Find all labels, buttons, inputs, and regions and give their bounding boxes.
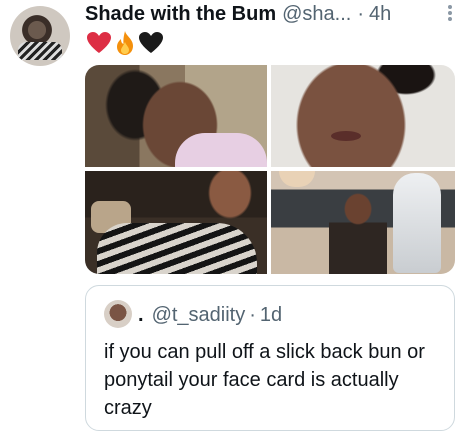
quoted-author-display-name[interactable]: . [138, 304, 144, 327]
quoted-tweet-text: if you can pull off a slick back bun or … [104, 341, 425, 419]
author-handle[interactable]: @sha... [282, 3, 351, 26]
author-avatar[interactable] [10, 6, 70, 66]
media-photo-1[interactable] [85, 65, 267, 167]
photo-detail [175, 133, 267, 167]
media-photo-3[interactable] [85, 171, 267, 274]
header-separator: · [357, 2, 365, 25]
tweet-timestamp[interactable]: 4h [369, 3, 391, 26]
photo-detail [393, 173, 441, 273]
red-heart-icon [87, 32, 111, 53]
quoted-tweet-header: . @t_sadiity · 1d [138, 300, 282, 330]
tweet-media-grid [85, 65, 455, 274]
photo-detail [329, 191, 387, 274]
quoted-tweet-card[interactable]: . @t_sadiity · 1d if you can pull off a … [85, 285, 455, 431]
tweet-text-emojis [86, 30, 164, 56]
black-heart-icon [139, 32, 163, 53]
quoted-author-handle[interactable]: @t_sadiity [152, 304, 246, 327]
more-dot [448, 11, 452, 15]
tweet-header: Shade with the Bum @sha... · 4h [85, 0, 457, 28]
quoted-tweet-timestamp[interactable]: 1d [260, 304, 282, 327]
photo-detail [331, 131, 361, 141]
quoted-author-avatar[interactable] [104, 300, 132, 328]
author-display-name[interactable]: Shade with the Bum [85, 3, 276, 26]
media-photo-4[interactable] [271, 171, 455, 274]
more-dot [448, 5, 452, 9]
more-dot [448, 17, 452, 21]
avatar-photo-detail [18, 42, 62, 60]
fire-icon [117, 31, 133, 55]
photo-detail [97, 223, 257, 274]
quoted-header-separator: · [249, 303, 256, 326]
photo-detail [279, 171, 315, 187]
more-options-icon[interactable] [444, 2, 456, 24]
media-photo-2[interactable] [271, 65, 455, 167]
